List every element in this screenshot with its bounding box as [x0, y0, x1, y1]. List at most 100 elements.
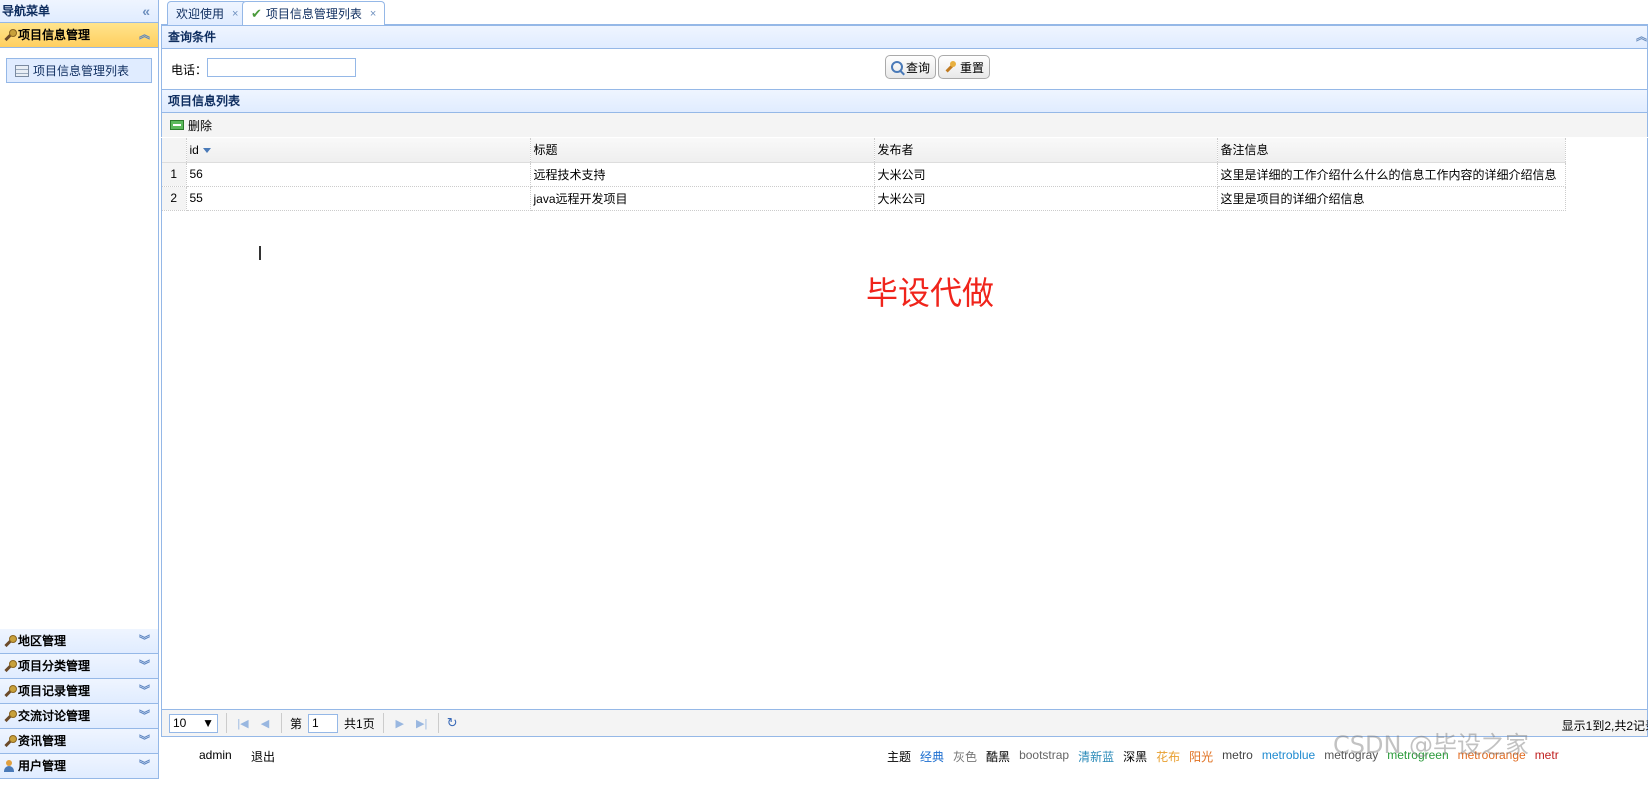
page-size-select[interactable]: 10 ▼: [169, 713, 218, 733]
sidebar: 导航菜单 « 项目信息管理 ︽ 项目信息管理列表 地区管理 ︾ 项目分类管理 ︾ 项…: [0, 0, 159, 779]
table-row[interactable]: 1 56 远程技术支持 大米公司 这里是详细的工作介绍什么什么的信息工作内容的详…: [162, 162, 1566, 187]
cell-id: 55: [186, 186, 531, 211]
csdn-watermark: CSDN @毕设之家: [1333, 731, 1530, 759]
search-button-label: 查询: [906, 60, 931, 75]
page-total: 共1页: [344, 716, 375, 731]
wrench-icon: [2, 709, 17, 723]
wrench-icon: [2, 659, 17, 673]
tab-label: 欢迎使用: [176, 6, 225, 21]
theme-option[interactable]: 阳光: [1189, 748, 1213, 765]
accordion-item-discussion[interactable]: 交流讨论管理 ︾: [0, 704, 158, 729]
reset-button[interactable]: 重置: [938, 55, 991, 79]
reset-button-label: 重置: [960, 60, 985, 75]
theme-option[interactable]: 花布: [1156, 748, 1180, 765]
first-page-icon[interactable]: |◀: [235, 717, 251, 730]
mouse-cursor: [259, 246, 261, 260]
search-button[interactable]: 查询: [885, 55, 937, 79]
collapse-icon[interactable]: «: [142, 0, 150, 22]
cell-title: 远程技术支持: [530, 162, 875, 187]
column-header-note[interactable]: 备注信息: [1217, 138, 1566, 163]
menu-item-project-info-list[interactable]: 项目信息管理列表: [6, 58, 152, 83]
check-icon: ✔: [251, 6, 262, 21]
data-grid: id 标题 发布者 备注信息 1 56 远程技术支持 大米公司 这里是详细的工作…: [161, 138, 1648, 709]
theme-option[interactable]: metroblue: [1262, 748, 1315, 765]
accordion-item-records[interactable]: 项目记录管理 ︾: [0, 679, 158, 704]
query-panel-header: 查询条件 ︽: [161, 25, 1648, 49]
list-panel-header: 项目信息列表: [161, 89, 1648, 113]
prev-page-icon[interactable]: ◀: [257, 717, 273, 730]
collapse-up-icon[interactable]: ︽: [1636, 26, 1647, 49]
column-header-id[interactable]: id: [186, 138, 531, 163]
sidebar-title: 导航菜单: [2, 4, 51, 18]
theme-label: 主题: [887, 750, 912, 764]
chevron-up-icon[interactable]: ︽: [139, 23, 150, 47]
column-header-title[interactable]: 标题: [530, 138, 875, 163]
next-page-icon[interactable]: ▶: [392, 717, 408, 730]
theme-option[interactable]: metro: [1222, 748, 1253, 765]
reset-icon: [944, 60, 957, 74]
tab-label: 项目信息管理列表: [265, 7, 362, 21]
accordion-label: 项目分类管理: [18, 659, 91, 673]
separator: [281, 713, 282, 733]
close-icon[interactable]: ×: [370, 3, 376, 25]
pagination-info: 显示1到2,共2记录: [1561, 719, 1648, 733]
separator: [437, 713, 439, 733]
chevron-down-icon[interactable]: ︾: [139, 629, 150, 653]
refresh-icon[interactable]: ↻: [447, 715, 458, 731]
row-number-header: [162, 138, 187, 163]
separator: [226, 713, 227, 733]
chevron-down-icon[interactable]: ︾: [139, 679, 150, 703]
chevron-down-icon[interactable]: ︾: [139, 704, 150, 728]
chevron-down-icon[interactable]: ︾: [139, 654, 150, 678]
cell-publisher: 大米公司: [874, 162, 1218, 187]
theme-option[interactable]: 酷黑: [986, 748, 1010, 765]
watermark-text: 毕设代做: [866, 274, 995, 312]
column-header-publisher[interactable]: 发布者: [874, 138, 1218, 163]
page-prefix: 第: [290, 716, 303, 731]
theme-option[interactable]: metr: [1535, 748, 1559, 765]
list-toolbar: 删除: [161, 113, 1648, 137]
search-icon: [891, 61, 903, 73]
dropdown-arrow-icon: ▼: [202, 716, 214, 730]
query-form: 电话： 查询 重置: [161, 49, 1648, 89]
separator: [382, 713, 384, 733]
accordion-label: 交流讨论管理: [18, 709, 91, 723]
page-number-input[interactable]: [308, 713, 339, 733]
menu-item-label: 项目信息管理列表: [33, 64, 130, 78]
phone-label: 电话：: [171, 63, 208, 77]
sidebar-header: 导航菜单 «: [0, 0, 158, 23]
list-icon: [15, 64, 29, 77]
data-table: id 标题 发布者 备注信息 1 56 远程技术支持 大米公司 这里是详细的工作…: [162, 138, 1566, 211]
row-number: 1: [162, 162, 187, 187]
tab-welcome[interactable]: 欢迎使用 ×: [167, 1, 248, 25]
tab-bar: 欢迎使用 × ✔ 项目信息管理列表 ×: [161, 0, 1648, 26]
list-panel-title: 项目信息列表: [168, 94, 241, 108]
accordion-item-project-info[interactable]: 项目信息管理 ︽: [0, 23, 158, 48]
close-icon[interactable]: ×: [232, 3, 238, 25]
delete-button[interactable]: 删除: [170, 117, 212, 134]
tab-project-info-list[interactable]: ✔ 项目信息管理列表 ×: [242, 1, 386, 26]
query-panel-title: 查询条件: [168, 30, 217, 44]
cell-publisher: 大米公司: [874, 186, 1218, 211]
logout-link[interactable]: 退出: [251, 748, 275, 765]
accordion-body: 项目信息管理列表: [0, 48, 158, 608]
table-row[interactable]: 2 55 java远程开发项目 大米公司 这里是项目的详细介绍信息: [162, 186, 1566, 211]
accordion-label: 地区管理: [18, 634, 67, 648]
phone-input[interactable]: [207, 58, 356, 77]
wrench-icon: [2, 28, 17, 42]
last-page-icon[interactable]: ▶|: [414, 717, 430, 730]
theme-option[interactable]: 经典: [920, 748, 944, 765]
theme-option[interactable]: 深黑: [1123, 748, 1147, 765]
delete-icon: [170, 120, 184, 130]
main-area: 欢迎使用 × ✔ 项目信息管理列表 × 查询条件 ︽ 电话： 查询 重置 项目信…: [161, 0, 1648, 779]
column-header-label: id: [189, 142, 199, 157]
theme-option[interactable]: bootstrap: [1019, 748, 1069, 765]
theme-option[interactable]: 清新蓝: [1078, 748, 1114, 765]
theme-option[interactable]: 灰色: [953, 748, 977, 765]
accordion-item-category[interactable]: 项目分类管理 ︾: [0, 654, 158, 679]
accordion-item-region[interactable]: 地区管理 ︾: [0, 629, 158, 654]
accordion-label: 项目记录管理: [18, 684, 91, 698]
app-root: 导航菜单 « 项目信息管理 ︽ 项目信息管理列表 地区管理 ︾ 项目分类管理 ︾ 项…: [0, 0, 1648, 805]
accordion-label: 项目信息管理: [18, 28, 91, 42]
delete-button-label: 删除: [188, 118, 213, 133]
